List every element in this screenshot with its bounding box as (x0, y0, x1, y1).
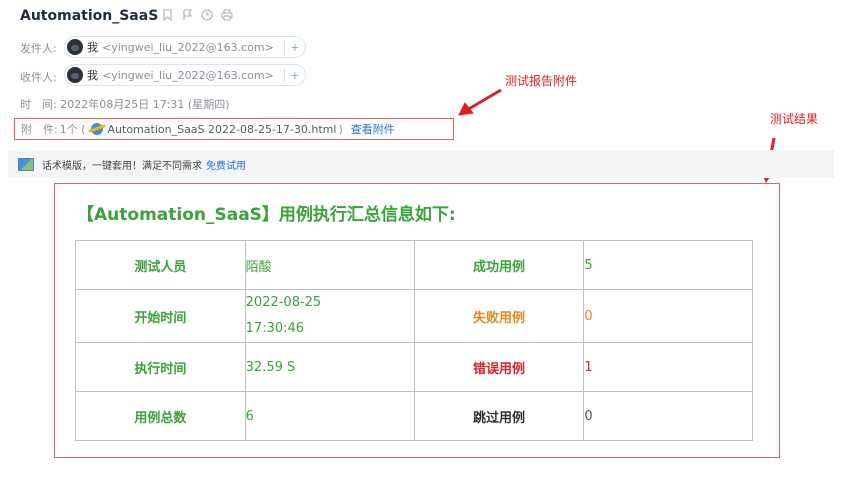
bookmark-icon[interactable] (160, 8, 174, 22)
skipped-label: 跳过用例 (413, 391, 585, 441)
summary-table: 测试人员 陌酸 成功用例 5 开始时间 2022-08-25 17:30:46 … (75, 240, 753, 441)
attachment-count: 1个 ( (59, 123, 86, 136)
tester-value: 陌酸 (244, 240, 415, 290)
template-icon (18, 157, 34, 171)
attachment-row: 附 件: 1个 ( Automation_SaaS 2022-08-25-17-… (14, 118, 454, 140)
time-row: 时 间: 2022年08月25日 17:31 (星期四) (20, 96, 229, 112)
start-date: 2022-08-25 (245, 295, 322, 310)
failed-label: 失败用例 (413, 289, 585, 343)
duration-value: 32.59 S (244, 342, 415, 392)
total-value: 6 (244, 391, 415, 441)
skipped-value: 0 (583, 391, 753, 441)
attachment-label: 附 件: (21, 123, 58, 136)
failed-value: 0 (583, 289, 753, 343)
error-label: 错误用例 (413, 342, 585, 392)
avatar (67, 39, 83, 55)
attachment-arrow-icon (458, 88, 502, 116)
table-row: 执行时间 32.59 S 错误用例 1 (75, 342, 753, 392)
table-row: 测试人员 陌酸 成功用例 5 (75, 240, 753, 290)
passed-label: 成功用例 (413, 240, 585, 290)
duration-label: 执行时间 (75, 342, 246, 392)
tester-label: 测试人员 (75, 240, 246, 290)
from-label: 发件人: (20, 42, 57, 55)
flag-icon[interactable] (180, 8, 194, 22)
table-row: 用例总数 6 跳过用例 0 (75, 391, 753, 441)
test-report: 【Automation_SaaS】用例执行汇总信息如下: 测试人员 陌酸 成功用… (54, 183, 780, 458)
attachment-close-paren: ) (338, 122, 343, 136)
attachment-filename[interactable]: Automation_SaaS 2022-08-25-17-30.html (108, 123, 337, 136)
to-label: 收件人: (20, 71, 57, 84)
print-icon[interactable] (220, 8, 234, 22)
avatar (67, 67, 83, 83)
time-label: 时 间: (20, 98, 57, 111)
to-name: 我 (87, 69, 98, 82)
error-value: 1 (583, 342, 753, 392)
total-label: 用例总数 (75, 391, 246, 441)
promo-text: 话术模版，一键套用！满足不同需求 (42, 160, 202, 172)
time-value: 2022年08月25日 17:31 (星期四) (60, 98, 230, 111)
email-subject: Automation_SaaS (20, 8, 159, 24)
header-actions (160, 8, 234, 22)
from-name: 我 (87, 41, 98, 54)
to-email: <yingwei_liu_2022@163.com> (102, 68, 274, 82)
clock-icon[interactable] (200, 8, 214, 22)
from-chip[interactable]: 我 <yingwei_liu_2022@163.com> + (64, 36, 306, 58)
html-file-icon (90, 123, 103, 135)
start-time-value: 2022-08-25 17:30:46 (244, 289, 415, 343)
add-contact-button[interactable]: + (283, 68, 305, 82)
free-trial-link[interactable]: 免费试用 (206, 157, 246, 172)
promo-bar: 话术模版，一键套用！满足不同需求 免费试用 (8, 150, 834, 178)
report-title: 【Automation_SaaS】用例执行汇总信息如下: (77, 205, 456, 225)
attachment-annotation: 测试报告附件 (505, 74, 578, 88)
start-clock: 17:30:46 (245, 321, 305, 336)
to-chip[interactable]: 我 <yingwei_liu_2022@163.com> + (64, 64, 306, 86)
table-row: 开始时间 2022-08-25 17:30:46 失败用例 0 (75, 289, 753, 343)
from-email: <yingwei_liu_2022@163.com> (102, 40, 274, 54)
passed-value: 5 (583, 240, 753, 290)
start-time-label: 开始时间 (75, 289, 246, 343)
result-annotation: 测试结果 (770, 112, 819, 126)
add-contact-button[interactable]: + (283, 40, 305, 54)
view-attachment-link[interactable]: 查看附件 (351, 121, 395, 137)
